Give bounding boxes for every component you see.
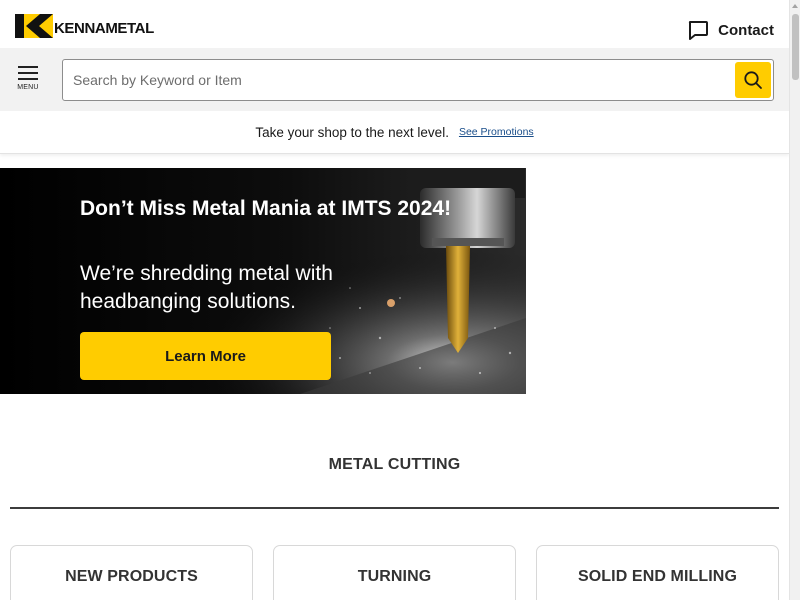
search-bar: MENU bbox=[0, 48, 789, 111]
card-label: NEW PRODUCTS bbox=[65, 568, 198, 585]
hero-banner: Don’t Miss Metal Mania at IMTS 2024! We’… bbox=[0, 168, 526, 394]
search-input[interactable] bbox=[63, 60, 733, 100]
metal-cutting-heading: METAL CUTTING bbox=[328, 456, 461, 473]
promo-text: Take your shop to the next level. bbox=[255, 124, 449, 140]
kennametal-logo[interactable]: KENNAMETAL bbox=[15, 14, 154, 38]
card-solid-end-milling[interactable]: SOLID END MILLING bbox=[536, 545, 779, 600]
hamburger-menu-icon-line bbox=[18, 72, 38, 74]
page-content: KENNAMETAL Contact MENU Search by Keywor… bbox=[0, 0, 789, 600]
menu-button[interactable]: MENU bbox=[14, 65, 42, 95]
card-label: TURNING bbox=[357, 568, 432, 585]
contact-link[interactable]: Contact bbox=[687, 19, 774, 41]
see-promotions-link[interactable]: See Promotions bbox=[459, 126, 534, 138]
section-divider bbox=[10, 507, 779, 509]
page: KENNAMETAL Contact MENU Search by Keywor… bbox=[0, 0, 800, 600]
search-box bbox=[62, 59, 774, 101]
top-header: KENNAMETAL Contact bbox=[0, 0, 789, 48]
search-icon bbox=[744, 71, 762, 89]
hamburger-menu-icon bbox=[18, 66, 38, 68]
chat-bubble-icon bbox=[689, 21, 709, 40]
card-label: SOLID END MILLING bbox=[577, 568, 738, 585]
learn-more-button[interactable]: Learn More bbox=[80, 332, 331, 380]
scroll-up-arrow-icon[interactable] bbox=[792, 4, 798, 8]
kennametal-k-logo-icon bbox=[15, 14, 53, 38]
menu-label: MENU bbox=[17, 84, 39, 91]
hamburger-menu-icon-line bbox=[18, 78, 38, 80]
scrollbar-thumb[interactable] bbox=[792, 14, 799, 80]
logo-wordmark: KENNAMETAL bbox=[54, 20, 154, 37]
card-turning[interactable]: TURNING bbox=[273, 545, 516, 600]
promo-banner: Take your shop to the next level. See Pr… bbox=[0, 111, 789, 154]
contact-label: Contact bbox=[718, 21, 774, 39]
hero-subtitle: We’re shredding metal with headbanging s… bbox=[80, 262, 333, 313]
card-new-products[interactable]: NEW PRODUCTS bbox=[10, 545, 253, 600]
hero-title: Don’t Miss Metal Mania at IMTS 2024! bbox=[80, 197, 452, 220]
category-cards: NEW PRODUCTS TURNING SOLID END MILLING bbox=[10, 545, 779, 600]
vertical-scrollbar[interactable] bbox=[789, 0, 800, 600]
search-button[interactable] bbox=[735, 62, 771, 98]
